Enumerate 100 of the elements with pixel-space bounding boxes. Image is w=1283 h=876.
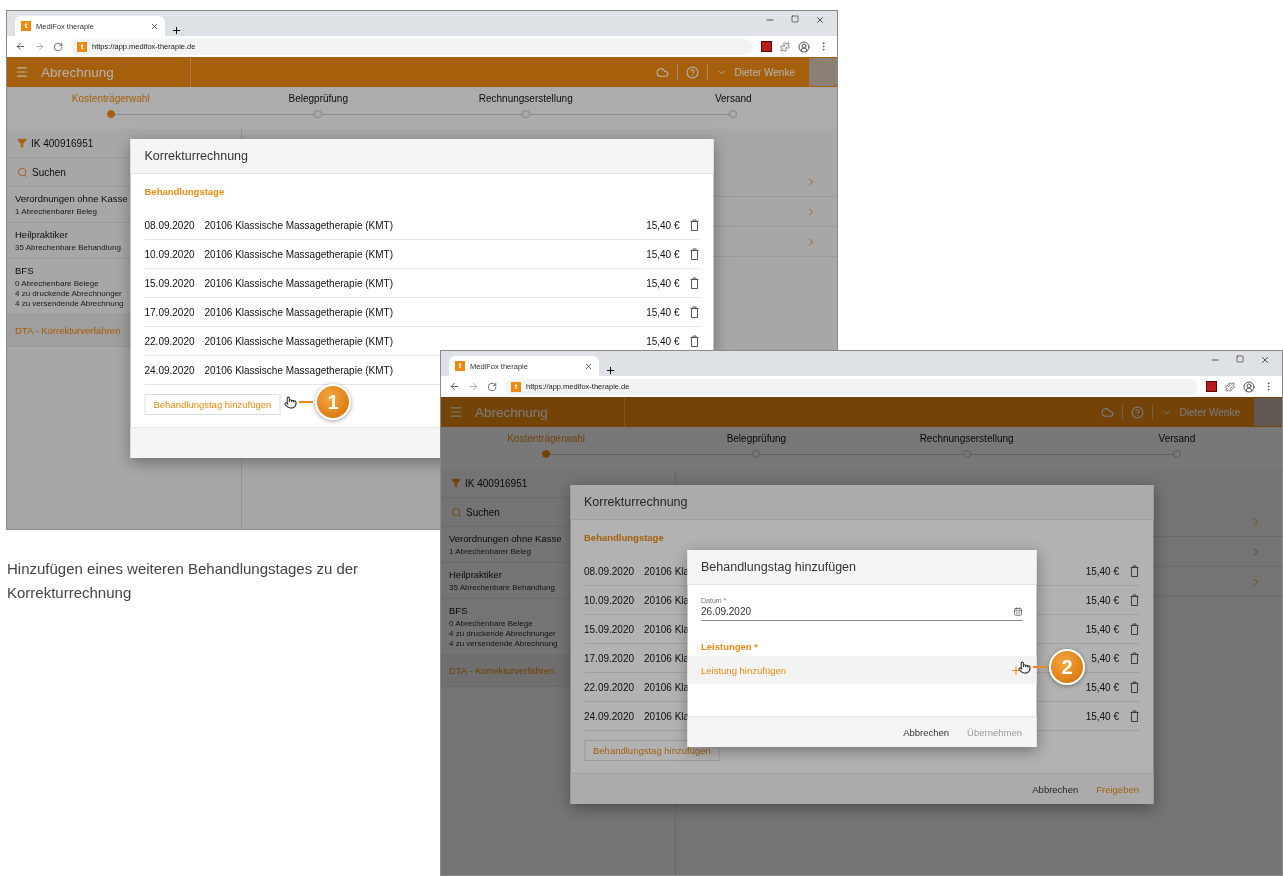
date-text: 17.09.2020	[144, 306, 195, 318]
help-icon[interactable]	[1130, 405, 1144, 419]
new-tab-icon[interactable]	[605, 365, 616, 376]
trash-icon[interactable]	[1129, 565, 1139, 577]
step-label[interactable]: Versand	[714, 93, 752, 104]
item-title: DTA - Korrekturverfahren	[15, 324, 121, 338]
trash-icon[interactable]	[1129, 623, 1139, 635]
item-detail: 35 Abrechenbare Behandlung	[449, 583, 555, 592]
item-detail: 0 Abrechenbare Belege	[15, 279, 99, 288]
date-field[interactable]: 26.09.2020	[701, 604, 1022, 621]
calendar-icon[interactable]	[1013, 607, 1022, 616]
step-dot[interactable]	[106, 110, 115, 118]
item-detail: 4 zu druckende Abrechnunger	[449, 629, 556, 638]
price-text: 15,40 €	[646, 219, 680, 231]
trash-icon[interactable]	[689, 248, 700, 260]
back-icon[interactable]	[15, 41, 26, 52]
item-title: Verordnungen ohne Kasse	[15, 193, 128, 206]
add-service-link[interactable]: Leistung hinzufügen	[701, 664, 787, 676]
footer-button[interactable]: Abbrechen	[903, 726, 950, 738]
plus-icon[interactable]	[1009, 663, 1022, 677]
extensions-icon[interactable]	[780, 41, 790, 52]
date-text: 15.09.2020	[584, 623, 635, 635]
reload-icon[interactable]	[53, 41, 63, 52]
trash-icon[interactable]	[1129, 710, 1139, 722]
trash-icon[interactable]	[689, 219, 700, 231]
maximize-icon[interactable]	[791, 15, 799, 23]
close-icon[interactable]	[815, 15, 825, 25]
maximize-icon[interactable]	[1236, 355, 1244, 363]
menu-icon[interactable]	[15, 65, 29, 79]
pdf-extension-icon[interactable]	[761, 41, 772, 52]
step-dot[interactable]	[521, 110, 530, 118]
item-title: Heilpraktiker	[449, 569, 502, 582]
profile-icon[interactable]	[798, 40, 810, 53]
date-text: 17.09.2020	[584, 652, 635, 664]
leader-line	[1033, 666, 1047, 668]
close-icon[interactable]	[1260, 355, 1270, 365]
step-label[interactable]: Rechnungserstellung	[919, 433, 1014, 444]
trash-icon[interactable]	[1129, 594, 1139, 606]
price-text: 15,40 €	[646, 277, 680, 289]
site-favicon: t	[511, 381, 521, 392]
step-label[interactable]: Belegprüfung	[726, 433, 787, 444]
site-favicon: t	[77, 41, 87, 52]
step-label[interactable]: Versand	[1158, 433, 1196, 444]
filter-label: IK 400916951	[31, 137, 94, 149]
filter-label: IK 400916951	[465, 477, 528, 489]
menu-icon[interactable]	[449, 405, 463, 419]
trash-icon[interactable]	[689, 277, 700, 289]
price-text: 15,40 €	[646, 335, 680, 347]
date-text: 22.09.2020	[144, 335, 195, 347]
trash-icon[interactable]	[1129, 681, 1139, 693]
price-text: 15,40 €	[1085, 565, 1119, 577]
user-name[interactable]: Dieter Wenke	[734, 66, 795, 78]
leader-line	[299, 401, 313, 403]
section-title: Behandlungstage	[584, 532, 665, 543]
tab-favicon: t	[455, 361, 465, 371]
profile-icon[interactable]	[1243, 380, 1255, 393]
cloud-icon[interactable]	[655, 65, 669, 79]
trash-icon[interactable]	[689, 335, 700, 347]
price-text: 15,40 €	[1085, 623, 1119, 635]
new-tab-icon[interactable]	[171, 25, 182, 36]
step-dot[interactable]	[542, 450, 551, 458]
close-icon[interactable]	[584, 361, 593, 371]
step-dot[interactable]	[314, 110, 323, 118]
add-day-button[interactable]: Behandlungstag hinzufügen	[584, 740, 720, 761]
trash-icon[interactable]	[689, 306, 700, 318]
forward-icon[interactable]	[468, 381, 479, 392]
trash-icon[interactable]	[1129, 652, 1139, 664]
forward-icon[interactable]	[34, 41, 45, 52]
item-detail: 1 Abrechenbarer Beleg	[449, 547, 531, 556]
avatar-placeholder	[809, 58, 837, 86]
service-text: 20106 Klassische Massagetherapie (KMT)	[204, 364, 393, 376]
cloud-icon[interactable]	[1100, 405, 1114, 419]
add-day-button[interactable]: Behandlungstag hinzufügen	[144, 394, 281, 415]
search-placeholder: Suchen	[32, 166, 66, 178]
step-dot[interactable]	[1172, 450, 1181, 458]
service-text: 20106 Kla	[644, 710, 690, 722]
help-icon[interactable]	[685, 65, 699, 79]
step-label[interactable]: Rechnungserstellung	[478, 93, 573, 104]
app-title: Abrechnung	[475, 404, 548, 420]
date-text: 24.09.2020	[584, 710, 635, 722]
step-dot[interactable]	[729, 110, 738, 118]
close-icon[interactable]	[150, 21, 159, 31]
item-detail: 35 Abrechenbare Behandlung	[15, 243, 121, 252]
item-title: BFS	[15, 265, 34, 278]
step-dot[interactable]	[962, 450, 971, 458]
date-text: 08.09.2020	[584, 565, 635, 577]
pdf-extension-icon[interactable]	[1206, 381, 1217, 392]
date-text: 24.09.2020	[144, 364, 195, 376]
step-label[interactable]: Belegprüfung	[288, 93, 348, 104]
date-text: 15.09.2020	[144, 277, 195, 289]
section-title: Leistungen *	[701, 641, 759, 652]
back-icon[interactable]	[449, 381, 460, 392]
footer-button[interactable]: Abbrechen	[1032, 783, 1079, 795]
add-service-row[interactable]: Leistung hinzufügen	[687, 656, 1036, 684]
reload-icon[interactable]	[487, 381, 497, 392]
step-dot[interactable]	[752, 450, 761, 458]
app-title: Abrechnung	[41, 64, 114, 80]
item-title: Verordnungen ohne Kasse	[449, 533, 562, 546]
extensions-icon[interactable]	[1225, 381, 1235, 392]
search-placeholder: Suchen	[466, 506, 500, 518]
